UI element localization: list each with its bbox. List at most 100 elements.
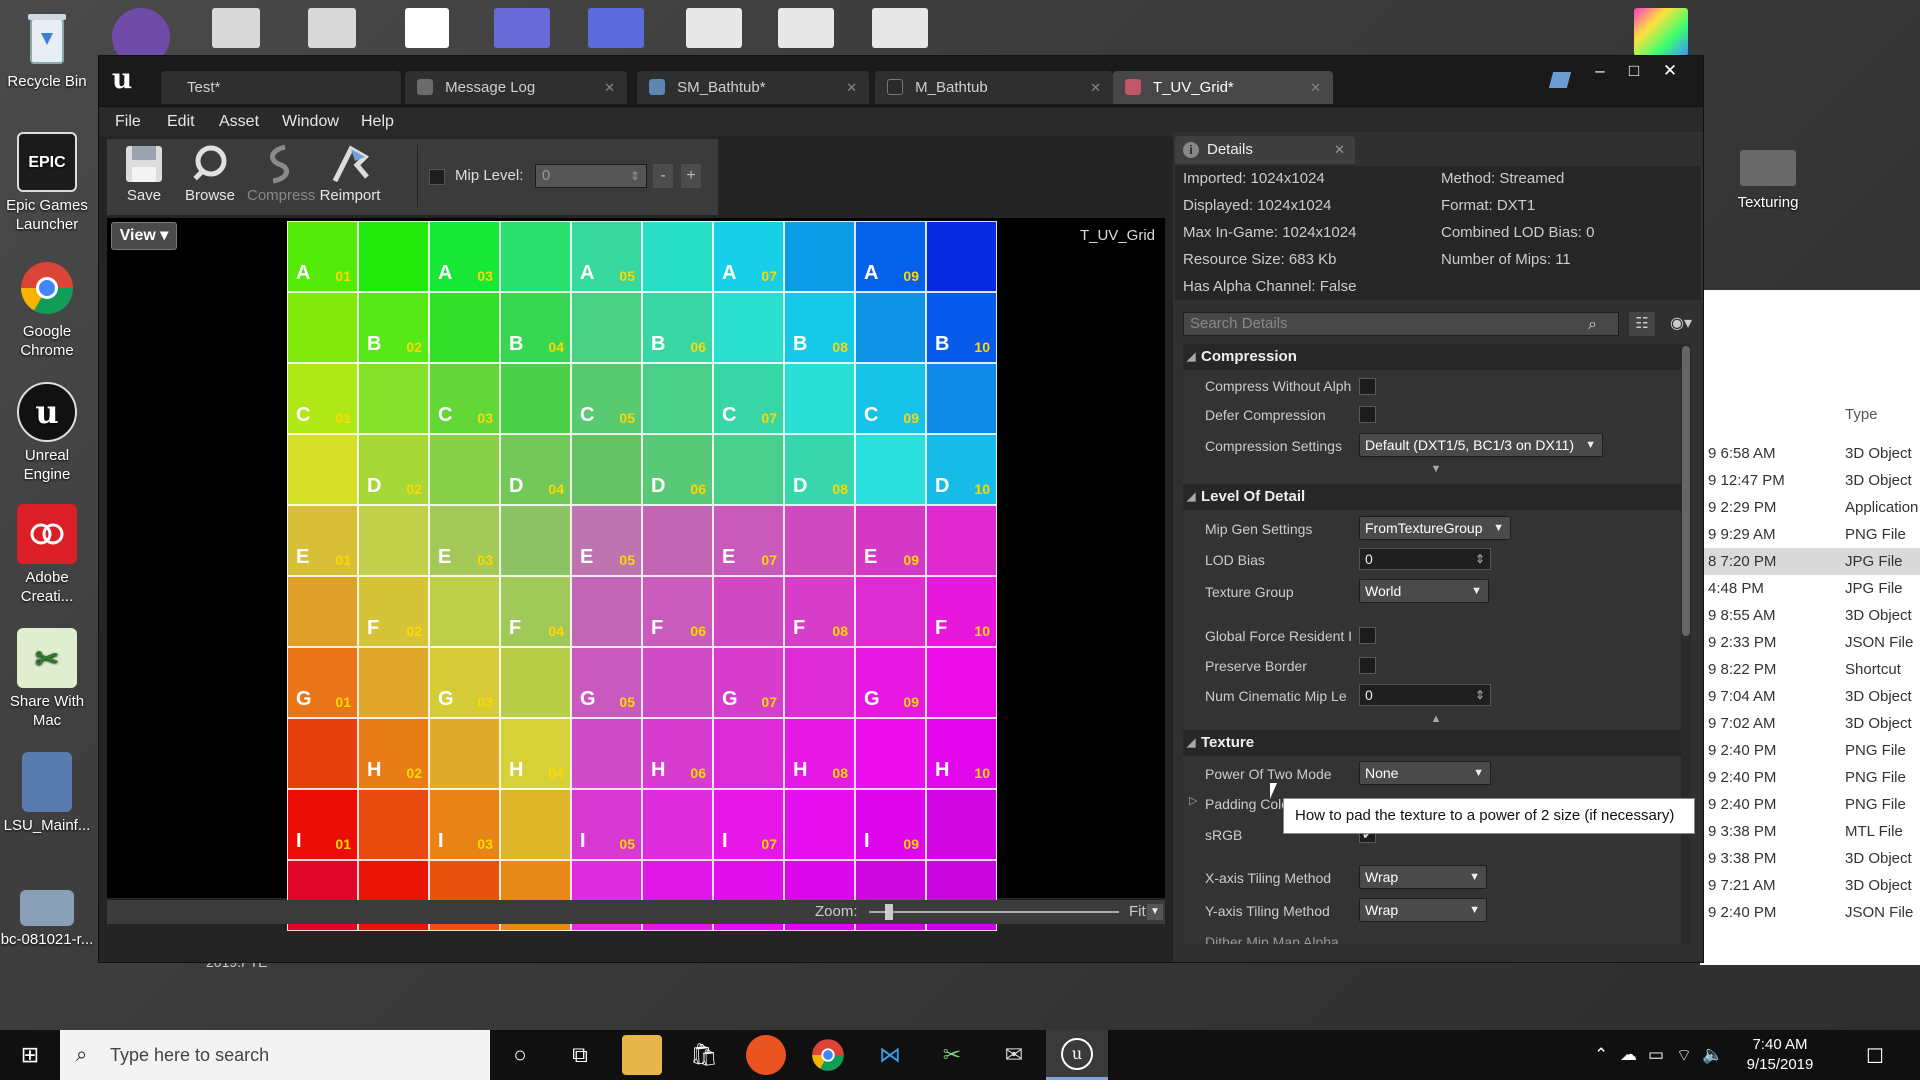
mail-icon[interactable]: ✉ xyxy=(994,1035,1034,1075)
menu-asset[interactable]: Asset xyxy=(219,107,259,137)
mip-level-checkbox[interactable] xyxy=(429,169,445,185)
mip-increment-button[interactable]: + xyxy=(681,164,701,188)
explorer-row[interactable]: 9 9:29 AM PNG File xyxy=(1700,521,1920,548)
task-view-icon[interactable]: ⧉ xyxy=(560,1035,600,1075)
texture-file-icon[interactable] xyxy=(588,8,644,48)
minimize-button[interactable]: ‒ xyxy=(1585,60,1615,82)
explorer-row[interactable]: 9 2:29 PM Application xyxy=(1700,494,1920,521)
desktop-icon-adobe[interactable]: Adobe Creati... xyxy=(0,504,94,606)
mip-decrement-button[interactable]: - xyxy=(653,164,673,188)
cortana-icon[interactable]: ○ xyxy=(500,1035,540,1075)
system-clock[interactable]: 7:40 AM 9/15/2019 xyxy=(1730,1035,1830,1075)
explorer-row[interactable]: 9 2:40 PM JSON File xyxy=(1700,899,1920,926)
mip-level-input[interactable]: 0 ⇕ xyxy=(535,164,647,188)
explorer-row[interactable]: 9 6:58 AM 3D Object xyxy=(1700,440,1920,467)
tab-sm-bathtub[interactable]: SM_Bathtub* ✕ xyxy=(637,71,869,104)
preserve-border-checkbox[interactable] xyxy=(1359,657,1376,674)
search-details-input[interactable]: Search Details ⌕ xyxy=(1183,312,1619,336)
volume-icon[interactable]: 🔈 xyxy=(1702,1045,1723,1065)
model-file-icon[interactable] xyxy=(212,8,260,48)
scrollbar-thumb[interactable] xyxy=(1682,346,1690,636)
property-matrix-icon[interactable]: ☷ xyxy=(1629,312,1655,336)
x-axis-tiling-dropdown[interactable]: Wrap ▼ xyxy=(1359,865,1487,889)
tab-message-log[interactable]: Message Log ✕ xyxy=(405,71,627,104)
close-icon[interactable]: ✕ xyxy=(1090,71,1101,104)
advanced-expand-button[interactable]: ▼ xyxy=(1183,462,1689,476)
explorer-row[interactable]: 9 3:38 PM MTL File xyxy=(1700,818,1920,845)
category-texture[interactable]: ◢ Texture xyxy=(1183,730,1689,756)
close-window-button[interactable]: ✕ xyxy=(1655,60,1685,82)
document-file-icon[interactable] xyxy=(405,8,449,48)
fit-dropdown-button[interactable]: ▼ xyxy=(1147,904,1163,920)
wifi-icon[interactable]: ⌔ xyxy=(1676,1045,1692,1066)
view-options-eye-icon[interactable]: ◉▾ xyxy=(1661,312,1701,336)
onedrive-icon[interactable]: ☁ xyxy=(1620,1045,1637,1065)
color-palette-icon[interactable] xyxy=(1634,8,1688,56)
maximize-button[interactable]: □ xyxy=(1619,60,1649,82)
tab-test[interactable]: Test* xyxy=(161,71,401,104)
explorer-row[interactable]: 9 8:22 PM Shortcut xyxy=(1700,656,1920,683)
category-level-of-detail[interactable]: ◢ Level Of Detail xyxy=(1183,484,1689,510)
desktop-icon-chrome[interactable]: Google Chrome xyxy=(0,258,94,360)
menu-file[interactable]: File xyxy=(115,107,141,137)
normal-map-file-icon[interactable] xyxy=(494,8,550,48)
content-browser-icon[interactable] xyxy=(1548,72,1572,88)
battery-icon[interactable]: ▭ xyxy=(1648,1045,1664,1065)
desktop-icon-lsu[interactable]: LSU_Mainf... xyxy=(0,752,94,835)
explorer-row[interactable]: 9 12:47 PM 3D Object xyxy=(1700,467,1920,494)
tab-t-uv-grid[interactable]: T_UV_Grid* ✕ xyxy=(1113,71,1333,104)
global-force-resident-checkbox[interactable] xyxy=(1359,627,1376,644)
texture-viewport[interactable]: View ▾ T_UV_Grid A 01 A 03 A 05 A 07 A 09 B 02 B 04 B 0… xyxy=(107,218,1165,931)
tab-details[interactable]: i Details ✕ xyxy=(1175,136,1355,164)
show-hidden-icons-icon[interactable]: ⌃ xyxy=(1594,1045,1608,1065)
explorer-row[interactable]: 9 3:38 PM 3D Object xyxy=(1700,845,1920,872)
expand-arrow-icon[interactable]: ▷ xyxy=(1189,794,1197,807)
reimport-button[interactable]: Reimport xyxy=(317,139,383,215)
defer-compression-checkbox[interactable] xyxy=(1359,406,1376,423)
explorer-row[interactable]: 9 2:40 PM PNG File xyxy=(1700,764,1920,791)
explorer-type-header[interactable]: Type xyxy=(1845,406,1878,423)
lod-bias-input[interactable]: 0 ⇕ xyxy=(1359,548,1491,570)
desktop-icon-epic-games[interactable]: EPIC Epic Games Launcher xyxy=(0,132,94,234)
zoom-slider-track[interactable] xyxy=(869,911,1119,913)
save-button[interactable]: Save xyxy=(111,139,177,215)
close-icon[interactable]: ✕ xyxy=(604,71,615,104)
y-axis-tiling-dropdown[interactable]: Wrap ▼ xyxy=(1359,898,1487,922)
num-cinematic-mip-input[interactable]: 0 ⇕ xyxy=(1359,684,1491,706)
advanced-collapse-button[interactable]: ▲ xyxy=(1183,712,1689,726)
close-icon[interactable]: ✕ xyxy=(1310,71,1321,104)
desktop-icon-share-with-mac[interactable]: ✂ Share With Mac xyxy=(0,628,94,730)
image-file-icon[interactable] xyxy=(872,8,928,48)
compression-settings-dropdown[interactable]: Default (DXT1/5, BC1/3 on DX11) ▼ xyxy=(1359,433,1603,457)
browse-button[interactable]: Browse xyxy=(177,139,243,215)
action-center-icon[interactable]: ☐ xyxy=(1866,1044,1884,1069)
menu-help[interactable]: Help xyxy=(361,107,394,137)
model-file-icon[interactable] xyxy=(308,8,356,48)
explorer-row[interactable]: 9 2:33 PM JSON File xyxy=(1700,629,1920,656)
desktop-icon-recycle-bin[interactable]: Recycle Bin xyxy=(0,8,94,91)
zoom-slider-handle[interactable] xyxy=(885,904,893,920)
menu-window[interactable]: Window xyxy=(282,107,339,137)
explorer-row[interactable]: 9 7:02 AM 3D Object xyxy=(1700,710,1920,737)
explorer-row[interactable]: 4:48 PM JPG File xyxy=(1700,575,1920,602)
compress-without-alpha-checkbox[interactable] xyxy=(1359,378,1376,395)
menu-edit[interactable]: Edit xyxy=(167,107,195,137)
image-file-icon[interactable] xyxy=(778,8,834,48)
desktop-icon-bc-file[interactable]: bc-081021-r... xyxy=(0,890,94,949)
explorer-row[interactable]: 9 7:04 AM 3D Object xyxy=(1700,683,1920,710)
close-icon[interactable]: ✕ xyxy=(846,71,857,104)
tab-m-bathtub[interactable]: M_Bathtub ✕ xyxy=(875,71,1113,104)
desktop-icon-texturing[interactable]: Texturing xyxy=(1718,150,1818,211)
share-with-mac-icon[interactable]: ✂ xyxy=(932,1035,972,1075)
explorer-row[interactable]: 9 7:21 AM 3D Object xyxy=(1700,872,1920,899)
explorer-row[interactable]: 8 7:20 PM JPG File xyxy=(1700,548,1920,575)
image-file-icon[interactable] xyxy=(686,8,742,48)
details-scrollbar[interactable] xyxy=(1681,344,1691,944)
view-menu-button[interactable]: View ▾ xyxy=(111,222,177,250)
explorer-row[interactable]: 9 8:55 AM 3D Object xyxy=(1700,602,1920,629)
unreal-taskbar-active[interactable]: u xyxy=(1046,1030,1108,1080)
ubuntu-icon[interactable] xyxy=(746,1035,786,1075)
category-compression[interactable]: ◢ Compression xyxy=(1183,344,1689,370)
taskbar-search-box[interactable]: ⌕ Type here to search xyxy=(60,1030,490,1080)
chrome-icon[interactable] xyxy=(808,1035,848,1075)
